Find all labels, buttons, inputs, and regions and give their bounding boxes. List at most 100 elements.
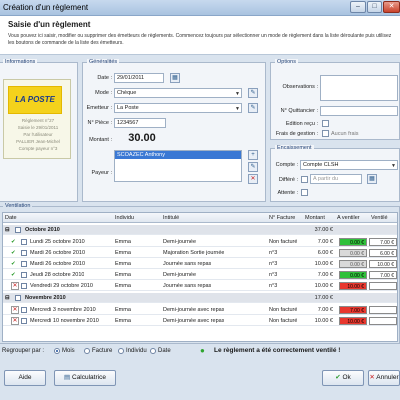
col-ventile[interactable]: Ventilé [371, 213, 388, 223]
payeur-item-selected[interactable]: SCOAZEC Anthony [115, 151, 241, 159]
date-field[interactable]: 29/01/2011 [114, 73, 164, 83]
row-ventile[interactable] [369, 282, 397, 290]
mode-select[interactable]: Chèque ▼ [114, 88, 242, 98]
close-button[interactable]: ✕ [383, 1, 400, 13]
table-row[interactable]: ✕ Vendredi 29 octobre 2010 Emma Journée … [3, 281, 397, 291]
row-checkbox[interactable] [21, 272, 27, 278]
radio-individu[interactable] [118, 348, 124, 354]
row-montant: 7.00 € [317, 272, 333, 278]
row-ventile[interactable]: 7.00 € [369, 271, 397, 279]
calculator-button[interactable]: ▤ Calculatrice [54, 370, 116, 386]
group-checkbox[interactable] [15, 295, 21, 301]
delete-icon[interactable]: ✕ [11, 317, 19, 325]
ventilation-grid[interactable]: Date Individu Intitulé N° Facture Montan… [2, 212, 398, 342]
checkmark-icon: ✔ [11, 250, 16, 256]
expand-icon[interactable]: ⊟ [5, 293, 10, 303]
compte-label: Compte : [275, 162, 298, 168]
row-ventile[interactable] [369, 306, 397, 314]
group-label: Novembre 2010 [25, 295, 66, 301]
group-by-label: Regrouper par : [2, 348, 45, 354]
observations-field[interactable] [320, 75, 398, 101]
quittancier-label: N° Quittancier : [280, 108, 318, 114]
row-a-ventiler: 0.00 € [339, 260, 367, 268]
row-date: Mardi 26 octobre 2010 [30, 261, 86, 267]
edit-payeur-icon[interactable]: ✎ [248, 162, 258, 172]
row-ventile[interactable] [369, 317, 397, 325]
table-row[interactable]: ✕ Mercredi 3 novembre 2010 Emma Demi-jou… [3, 305, 397, 315]
calendar-icon[interactable]: ▦ [170, 73, 180, 83]
edition-label: Edition reçu : [285, 121, 318, 127]
calendar-icon[interactable]: ▦ [367, 174, 377, 184]
piece-field[interactable]: 1234567 [114, 118, 166, 128]
col-individu[interactable]: Individu [115, 213, 134, 223]
col-a-ventiler[interactable]: A ventiler [337, 213, 360, 223]
radio-facture[interactable] [84, 348, 90, 354]
radio-mois-label: Mois [62, 348, 75, 354]
row-intitule: Demi-journée avec repas [163, 318, 225, 324]
edit-emetteur-icon[interactable]: ✎ [248, 103, 258, 113]
row-checkbox[interactable] [21, 307, 27, 313]
row-checkbox[interactable] [21, 239, 27, 245]
chevron-down-icon: ▼ [235, 106, 240, 112]
attente-checkbox[interactable] [301, 189, 308, 196]
row-intitule: Journée sans repas [163, 261, 212, 267]
col-intitule[interactable]: Intitulé [163, 213, 179, 223]
dialog-header: Saisie d'un règlement Vous pouvez ici sa… [0, 16, 400, 55]
group-row-novembre[interactable]: ⊟ Novembre 2010 17.00 € [3, 293, 397, 303]
delete-icon[interactable]: ✕ [11, 282, 19, 290]
row-individu: Emma [115, 239, 131, 245]
col-date[interactable]: Date [5, 213, 17, 223]
differe-checkbox[interactable] [301, 176, 308, 183]
row-ventile[interactable]: 7.00 € [369, 238, 397, 246]
row-checkbox[interactable] [21, 283, 27, 289]
help-button[interactable]: Aide [4, 370, 46, 386]
col-facture[interactable]: N° Facture [269, 213, 295, 223]
row-individu: Emma [115, 250, 131, 256]
radio-date[interactable] [150, 348, 156, 354]
payeur-label: Payeur : [91, 170, 112, 176]
row-checkbox[interactable] [21, 318, 27, 324]
delete-payeur-icon[interactable]: ✕ [248, 174, 258, 184]
row-facture: n°3 [269, 283, 278, 289]
group-row-octobre[interactable]: ⊟ Octobre 2010 37.00 € [3, 225, 397, 235]
frais-checkbox[interactable] [322, 130, 329, 137]
edition-checkbox[interactable] [322, 120, 329, 127]
row-ventile[interactable]: 10.00 € [369, 260, 397, 268]
col-montant[interactable]: Montant [305, 213, 325, 223]
delete-icon[interactable]: ✕ [11, 306, 19, 314]
emetteur-value: La Poste [117, 105, 139, 111]
differe-label: Différé : [278, 177, 298, 183]
table-row[interactable]: ✕ Mercredi 10 novembre 2010 Emma Demi-jo… [3, 316, 397, 326]
emetteur-select[interactable]: La Poste ▼ [114, 103, 242, 113]
payeur-list[interactable]: SCOAZEC Anthony [114, 150, 242, 182]
row-intitule: Demi-journée [163, 272, 197, 278]
group-total: 17.00 € [314, 295, 333, 301]
edit-mode-icon[interactable]: ✎ [248, 88, 258, 98]
maximize-button[interactable]: □ [367, 1, 382, 13]
table-row[interactable]: ✔ Jeudi 28 octobre 2010 Emma Demi-journé… [3, 270, 397, 280]
row-montant: 10.00 € [314, 283, 333, 289]
montant-field[interactable]: 30.00 [114, 132, 170, 144]
radio-mois[interactable] [54, 348, 60, 354]
observations-label: Observations : [282, 84, 318, 90]
row-individu: Emma [115, 272, 131, 278]
cancel-button[interactable]: ✕ Annuler [368, 370, 400, 386]
minimize-button[interactable]: – [350, 1, 366, 13]
compte-select[interactable]: Compte CLSH ▼ [300, 160, 398, 170]
row-checkbox[interactable] [21, 250, 27, 256]
add-payeur-icon[interactable]: + [248, 150, 258, 160]
date-label: Date : [97, 75, 112, 81]
expand-icon[interactable]: ⊟ [5, 225, 10, 235]
group-checkbox[interactable] [15, 227, 21, 233]
row-montant: 6.00 € [317, 250, 333, 256]
differe-date-field[interactable]: A partir du [310, 174, 362, 184]
table-row[interactable]: ✔ Mardi 26 octobre 2010 Emma Majoration … [3, 248, 397, 258]
row-ventile[interactable]: 6.00 € [369, 249, 397, 257]
info-line-reglement: Règlement n°27 [21, 118, 55, 123]
row-checkbox[interactable] [21, 261, 27, 267]
table-row[interactable]: ✔ Mardi 26 octobre 2010 Emma Journée san… [3, 259, 397, 269]
ok-button[interactable]: ✔ Ok [322, 370, 364, 386]
table-row[interactable]: ✔ Lundi 25 octobre 2010 Emma Demi-journé… [3, 237, 397, 247]
row-a-ventiler: 0.00 € [339, 249, 367, 257]
quittancier-field[interactable] [320, 106, 398, 116]
